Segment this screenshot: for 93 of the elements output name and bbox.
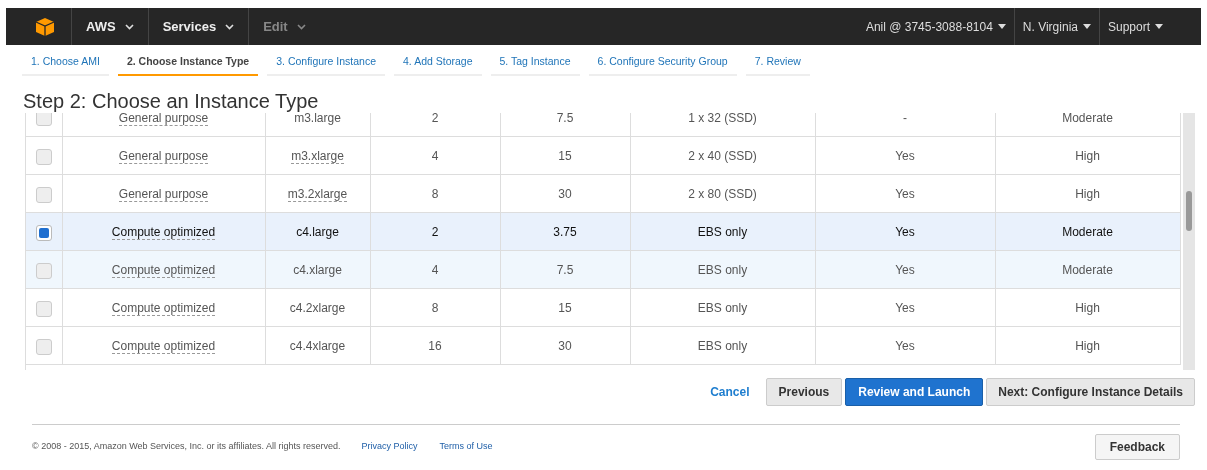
table-cell: 15 [558,300,572,315]
nav-menu[interactable]: Anil @ 3745-3088-8104 [857,8,1014,45]
table-cell: Compute optimized [111,224,216,240]
scrollbar[interactable] [1183,112,1195,370]
instance-row[interactable]: Compute optimized c4.4xlarge 16 30 EBS only Yes High [26,326,1180,365]
table-cell: m3.large [294,112,341,125]
table-cell: 30 [558,338,572,353]
table-cell: 30 [558,186,572,201]
nav-menu[interactable]: Support [1098,8,1171,45]
table-cell: 4 [431,148,439,163]
table-cell: 2 x 80 (SSD) [688,186,757,201]
table-cell: c4.4xlarge [289,338,346,353]
cancel-button[interactable]: Cancel [700,382,760,401]
table-cell: 1 x 32 (SSD) [688,112,757,125]
instance-row[interactable]: General purpose m3.2xlarge 8 30 2 x 80 (SSD) Yes High [26,174,1180,213]
step-tab[interactable]: 6. Configure Security Group [588,54,737,76]
table-cell: High [1075,148,1100,163]
table-cell: Yes [895,148,915,163]
table-cell: Moderate [1062,262,1113,277]
table-cell: Compute optimized [111,338,216,354]
nav-menu[interactable]: AWS [71,8,148,45]
row-checkbox[interactable] [35,112,52,127]
footer-link[interactable]: Privacy Policy [361,440,418,454]
footer-link[interactable]: Terms of Use [439,440,493,454]
copyright-text: © 2008 - 2015, Amazon Web Services, Inc. or its affiliates. All rights reserved. [32,440,341,453]
row-checkbox[interactable] [35,262,52,279]
table-cell: EBS only [697,300,748,315]
table-cell: 3.75 [553,224,577,239]
next-button[interactable]: Next: Configure Instance Details [986,377,1195,406]
table-cell: 7.5 [556,112,574,125]
cube-logo-icon[interactable] [35,16,55,37]
table-cell: Yes [895,300,915,315]
table-cell: 2 [431,224,439,239]
table-cell: Moderate [1062,224,1113,239]
nav-menu[interactable]: N. Virginia [1013,8,1099,45]
table-cell: 8 [431,300,439,315]
instance-row[interactable]: Compute optimized c4.large 2 3.75 EBS only Yes Moderate [26,212,1180,251]
table-cell: 8 [431,186,439,201]
table-cell: 2 x 40 (SSD) [688,148,757,163]
instance-row[interactable]: Compute optimized c4.xlarge 4 7.5 EBS only Yes Moderate [26,250,1180,289]
row-checkbox[interactable] [35,186,52,203]
table-cell: m3.2xlarge [287,186,348,202]
chevron-down-icon [225,23,235,30]
chevron-down-icon [124,23,134,30]
page-title: Step 2: Choose an Instance Type [23,88,319,112]
previous-button[interactable]: Previous [765,377,843,406]
table-cell: c4.2xlarge [289,300,346,315]
table-cell: - [903,112,907,125]
caret-icon [1082,24,1091,29]
table-cell: m3.xlarge [291,148,344,164]
step-tab[interactable]: 5. Tag Instance [490,54,580,76]
table-cell: 16 [428,338,442,353]
table-cell: General purpose [118,112,209,126]
instance-row[interactable]: General purpose m3.large 2 7.5 1 x 32 (SSD) - Moderate [26,112,1180,137]
table-cell: Yes [895,224,915,239]
chevron-down-icon [296,23,306,30]
step-tab[interactable]: 4. Add Storage [394,54,482,76]
table-cell: Yes [895,338,915,353]
table-cell: c4.large [296,224,339,239]
table-cell: Moderate [1062,112,1113,125]
table-cell: 4 [431,262,439,277]
table-cell: 2 [431,112,439,125]
table-cell: High [1075,300,1100,315]
step-tab[interactable]: 7. Review [745,54,810,76]
nav-menu[interactable]: Services [147,8,249,45]
caret-icon [1155,24,1163,29]
table-cell: c4.xlarge [293,262,342,277]
table-cell: EBS only [697,224,748,239]
instance-row[interactable]: General purpose m3.xlarge 4 15 2 x 40 (SSD) Yes High [26,136,1180,175]
review-and-launch-button[interactable]: Review and Launch [845,377,984,406]
step-tab[interactable]: 2. Choose Instance Type [117,54,259,76]
table-cell: 7.5 [556,262,574,277]
table-cell: EBS only [697,262,748,277]
table-cell: Yes [895,186,915,201]
table-cell: 15 [558,148,572,163]
table-cell: Yes [895,262,915,277]
step-tab[interactable]: 3. Configure Instance [267,54,386,76]
feedback-button[interactable]: Feedback [1094,433,1180,460]
row-checkbox[interactable] [35,148,52,165]
instance-row[interactable]: Compute optimized c4.2xlarge 8 15 EBS only Yes High [26,288,1180,327]
row-checkbox[interactable] [35,224,52,241]
table-cell: High [1075,338,1100,353]
table-cell: General purpose [118,186,209,202]
row-checkbox[interactable] [35,300,52,317]
step-tab[interactable]: 1. Choose AMI [22,54,109,76]
caret-icon [997,24,1006,29]
table-cell: General purpose [118,148,209,164]
table-cell: Compute optimized [111,262,216,278]
table-cell: Compute optimized [111,300,216,316]
table-cell: High [1075,186,1100,201]
table-cell: EBS only [697,338,748,353]
row-checkbox[interactable] [35,338,52,355]
scrollbar-thumb[interactable] [1186,190,1192,231]
